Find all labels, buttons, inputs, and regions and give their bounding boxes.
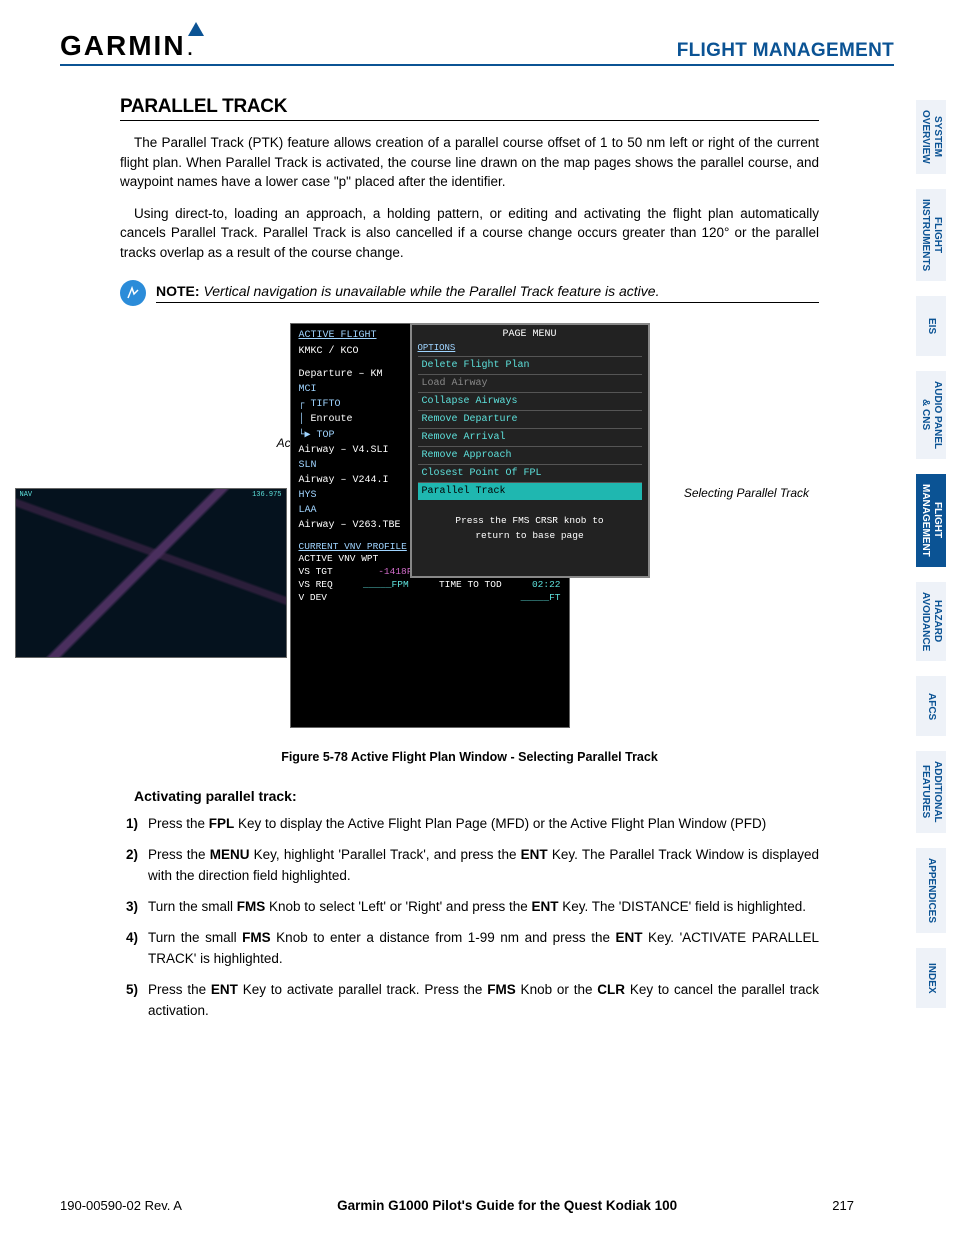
- note-row: NOTE: Vertical navigation is unavailable…: [120, 280, 819, 306]
- tab-audio-panel-cns[interactable]: AUDIO PANEL& CNS: [916, 371, 946, 459]
- figure-caption: Figure 5-78 Active Flight Plan Window - …: [120, 750, 819, 764]
- sub-heading: Activating parallel track:: [134, 788, 819, 804]
- menu-item-remove-arrival[interactable]: Remove Arrival: [418, 428, 642, 446]
- logo-text: GARMIN: [60, 30, 195, 62]
- menu-item-delete-flight-plan[interactable]: Delete Flight Plan: [418, 356, 642, 374]
- footer-left: 190-00590-02 Rev. A: [60, 1198, 182, 1213]
- page-menu-title: PAGE MENU: [418, 329, 642, 340]
- note-label: NOTE:: [156, 283, 200, 299]
- menu-item-remove-departure[interactable]: Remove Departure: [418, 410, 642, 428]
- logo-triangle-icon: [188, 22, 204, 36]
- tab-additional-features[interactable]: ADDITIONALFEATURES: [916, 751, 946, 833]
- vnv-title: CURRENT VNV PROFILE: [299, 541, 407, 552]
- tab-index[interactable]: INDEX: [916, 948, 946, 1008]
- footer-right: 217: [832, 1198, 854, 1213]
- menu-hint: Press the FMS CRSR knob to return to bas…: [418, 514, 642, 543]
- menu-item-closest-point-of-fpl[interactable]: Closest Point Of FPL: [418, 464, 642, 482]
- menu-item-remove-approach[interactable]: Remove Approach: [418, 446, 642, 464]
- footer-center: Garmin G1000 Pilot's Guide for the Quest…: [337, 1198, 677, 1213]
- page-header: GARMIN FLIGHT MANAGEMENT: [60, 30, 894, 66]
- note-text: NOTE: Vertical navigation is unavailable…: [156, 283, 819, 303]
- key-fpl: FPL: [209, 816, 235, 831]
- garmin-logo: GARMIN: [60, 30, 195, 62]
- map-screen: NAV136.975: [15, 488, 287, 658]
- step-number: 5): [126, 980, 138, 1001]
- vnv-wpt-label: ACTIVE VNV WPT: [299, 553, 379, 564]
- step-number: 3): [126, 897, 138, 918]
- key-ent: ENT: [532, 899, 559, 914]
- page-menu-subtitle: OPTIONS: [418, 343, 642, 353]
- key-ent: ENT: [521, 847, 548, 862]
- fpl-title: ACTIVE FLIGHT: [299, 330, 377, 341]
- step-number: 2): [126, 845, 138, 866]
- key-menu: MENU: [210, 847, 250, 862]
- menu-item-collapse-airways[interactable]: Collapse Airways: [418, 392, 642, 410]
- step-item: 2)Press the MENU Key, highlight 'Paralle…: [148, 845, 819, 887]
- vnv-vdev: _____FT: [521, 592, 561, 603]
- vnv-vsreq-label: VS REQ: [299, 579, 333, 590]
- footer: 190-00590-02 Rev. A Garmin G1000 Pilot's…: [60, 1198, 854, 1213]
- page-menu-screen: PAGE MENU OPTIONS Delete Flight PlanLoad…: [410, 323, 650, 578]
- steps-list: 1)Press the FPL Key to display the Activ…: [120, 814, 819, 1021]
- section-title: PARALLEL TRACK: [120, 96, 819, 121]
- paragraph-intro: The Parallel Track (PTK) feature allows …: [120, 133, 819, 192]
- menu-hint-1: Press the FMS CRSR knob to: [455, 515, 603, 526]
- callout-parallel-track: Selecting Parallel Track: [684, 486, 809, 500]
- vnv-tod-label: TIME TO TOD: [439, 579, 502, 590]
- tab-eis[interactable]: EIS: [916, 296, 946, 356]
- vnv-tod: 02:22: [532, 579, 561, 590]
- tab-system-overview[interactable]: SYSTEMOVERVIEW: [916, 100, 946, 174]
- sidebar-tabs: SYSTEMOVERVIEW FLIGHTINSTRUMENTS EIS AUDIO …: [916, 100, 946, 1008]
- tab-hazard-avoidance[interactable]: HAZARDAVOIDANCE: [916, 582, 946, 661]
- note-body: Vertical navigation is unavailable while…: [203, 283, 659, 299]
- key-ent: ENT: [616, 930, 643, 945]
- step-item: 4)Turn the small FMS Knob to enter a dis…: [148, 928, 819, 970]
- header-title: FLIGHT MANAGEMENT: [677, 40, 894, 62]
- key-ent: ENT: [211, 982, 238, 997]
- key-fms: FMS: [237, 899, 266, 914]
- menu-item-parallel-track[interactable]: Parallel Track: [418, 482, 642, 500]
- tab-flight-instruments[interactable]: FLIGHTINSTRUMENTS: [916, 189, 946, 281]
- vnv-vstgt-label: VS TGT: [299, 566, 333, 577]
- menu-item-load-airway[interactable]: Load Airway: [418, 374, 642, 392]
- tab-flight-management[interactable]: FLIGHTMANAGEMENT: [916, 474, 946, 567]
- note-icon: [120, 280, 146, 306]
- key-clr: CLR: [597, 982, 625, 997]
- step-number: 1): [126, 814, 138, 835]
- paragraph-details: Using direct-to, loading an approach, a …: [120, 204, 819, 263]
- step-item: 5)Press the ENT Key to activate parallel…: [148, 980, 819, 1022]
- figure-block: Active Flight Plan prior to Parallel Tra…: [120, 318, 819, 738]
- tab-afcs[interactable]: AFCS: [916, 676, 946, 736]
- vnv-vsreq: _____FPM: [363, 579, 409, 590]
- vnv-vdev-label: V DEV: [299, 592, 328, 603]
- step-item: 3)Turn the small FMS Knob to select 'Lef…: [148, 897, 819, 918]
- step-number: 4): [126, 928, 138, 949]
- key-fms: FMS: [242, 930, 271, 945]
- menu-hint-2: return to base page: [475, 530, 583, 541]
- key-fms: FMS: [487, 982, 516, 997]
- tab-appendices[interactable]: APPENDICES: [916, 848, 946, 933]
- step-item: 1)Press the FPL Key to display the Activ…: [148, 814, 819, 835]
